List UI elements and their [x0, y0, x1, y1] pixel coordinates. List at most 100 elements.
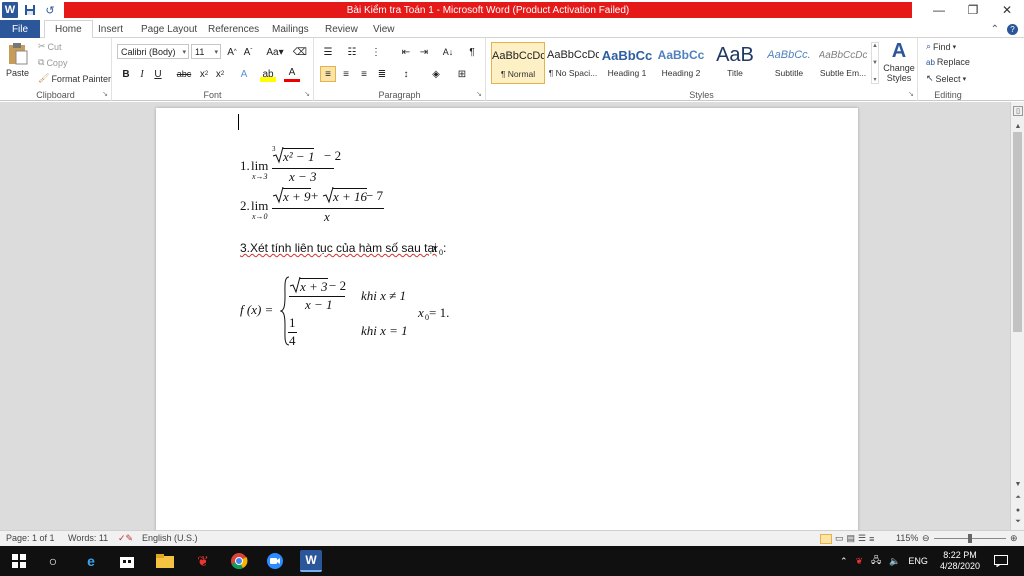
- style-title[interactable]: AaB Title: [708, 42, 762, 84]
- styles-launcher-icon[interactable]: ↘: [908, 90, 914, 98]
- change-styles-button[interactable]: A Change Styles: [882, 40, 916, 83]
- tab-file[interactable]: File: [0, 20, 40, 38]
- close-button[interactable]: ✕: [990, 0, 1024, 20]
- full-screen-reading-icon[interactable]: ▭: [835, 533, 844, 544]
- text-effects-icon[interactable]: A: [236, 66, 252, 82]
- superscript-button[interactable]: x2: [212, 66, 228, 82]
- font-size-combo[interactable]: 11 ▾: [191, 44, 221, 59]
- tab-page-layout[interactable]: Page Layout: [141, 20, 197, 38]
- web-layout-icon[interactable]: ▤: [847, 533, 856, 544]
- tab-review[interactable]: Review: [325, 20, 358, 38]
- language-indicator[interactable]: English (U.S.): [142, 533, 198, 543]
- zoom-level[interactable]: 115%: [896, 533, 918, 543]
- scroll-up-icon[interactable]: ▲: [1011, 120, 1024, 132]
- change-case-icon[interactable]: Aa▾: [264, 44, 286, 60]
- undo-icon[interactable]: ↺: [42, 2, 58, 18]
- browse-object-icon[interactable]: ●: [1011, 504, 1024, 516]
- strikethrough-button[interactable]: abc: [174, 66, 194, 82]
- copy-button[interactable]: ⧉ Copy: [38, 57, 67, 68]
- style-normal[interactable]: AaBbCcDc ¶ Normal: [491, 42, 545, 84]
- styles-gallery-scroll[interactable]: ▲ ▼ ▾: [871, 42, 879, 84]
- paragraph-launcher-icon[interactable]: ↘: [476, 90, 482, 98]
- edge-icon[interactable]: e: [80, 550, 102, 572]
- line-spacing-icon[interactable]: ↕: [398, 66, 414, 82]
- network-icon[interactable]: 🖧: [871, 553, 881, 569]
- show-hidden-icons[interactable]: ⌃: [840, 556, 848, 567]
- draft-icon[interactable]: ≡: [869, 534, 874, 544]
- cut-button[interactable]: ✂ Cut: [38, 41, 62, 52]
- sort-icon[interactable]: A↓: [440, 44, 456, 60]
- zoom-slider-thumb[interactable]: [968, 534, 972, 543]
- start-icon[interactable]: [8, 550, 30, 572]
- chrome-icon[interactable]: [228, 550, 250, 572]
- bullets-icon[interactable]: ☰: [320, 44, 336, 60]
- search-circle-icon[interactable]: ○: [42, 550, 64, 572]
- zoom-in-icon[interactable]: ⊕: [1010, 533, 1018, 544]
- show-formatting-icon[interactable]: ¶: [464, 44, 480, 60]
- style-heading-2[interactable]: AaBbCc Heading 2: [654, 42, 708, 84]
- notification-icon[interactable]: [994, 546, 1008, 576]
- help-icon[interactable]: ?: [1007, 23, 1018, 35]
- print-layout-icon[interactable]: [820, 533, 832, 544]
- justify-button[interactable]: ≣: [374, 66, 390, 82]
- save-icon[interactable]: [22, 2, 38, 18]
- zoom-out-icon[interactable]: ⊖: [922, 533, 930, 544]
- input-language[interactable]: ENG: [908, 556, 928, 566]
- format-painter-button[interactable]: 🖌 Format Painter: [38, 73, 111, 84]
- grow-font-icon[interactable]: A ^: [224, 44, 240, 60]
- store-icon[interactable]: [116, 550, 138, 572]
- tab-mailings[interactable]: Mailings: [272, 20, 309, 38]
- paste-button[interactable]: Paste: [6, 42, 29, 78]
- clear-formatting-icon[interactable]: ⌫: [292, 44, 308, 60]
- app-tray-icon[interactable]: ❦: [856, 556, 864, 567]
- multilevel-list-icon[interactable]: ⋮: [368, 44, 384, 60]
- word-taskbar-icon[interactable]: W: [300, 550, 322, 572]
- style-subtle-emphasis[interactable]: AaBbCcDc Subtle Em...: [816, 42, 870, 84]
- style-heading-1[interactable]: AaBbCc Heading 1: [600, 42, 654, 84]
- file-explorer-icon[interactable]: [154, 550, 176, 572]
- tab-insert[interactable]: Insert: [98, 20, 123, 38]
- find-button[interactable]: ⌕ Find ▾: [926, 41, 956, 52]
- align-right-button[interactable]: ≡: [356, 66, 372, 82]
- document-page[interactable]: 1. lim x→3 3 x² − 1 − 2 x − 3 2. lim x→0…: [156, 108, 858, 538]
- underline-button[interactable]: U: [150, 66, 166, 82]
- shrink-font-icon[interactable]: Aˇ: [240, 44, 256, 60]
- bold-button[interactable]: B: [118, 66, 134, 82]
- align-left-button[interactable]: ≡: [320, 66, 336, 82]
- borders-icon[interactable]: ⊞: [454, 66, 470, 82]
- previous-page-icon[interactable]: ⏶: [1011, 492, 1024, 504]
- numbering-icon[interactable]: ☷: [344, 44, 360, 60]
- select-button[interactable]: ↖ Select ▾: [926, 73, 966, 84]
- style-subtitle[interactable]: AaBbCc. Subtitle: [762, 42, 816, 84]
- clock[interactable]: 8:22 PM 4/28/2020: [940, 546, 980, 576]
- font-name-combo[interactable]: Calibri (Body) ▾: [117, 44, 189, 59]
- word-count[interactable]: Words: 11: [68, 533, 108, 543]
- vertical-scrollbar[interactable]: ▯ ▲ ▼ ⏶ ● ⏷: [1010, 102, 1024, 530]
- proofing-icon[interactable]: ✓✎: [118, 533, 133, 544]
- tab-home[interactable]: Home: [44, 20, 93, 39]
- app-red-icon[interactable]: ❦: [192, 550, 214, 572]
- highlight-icon[interactable]: ab: [260, 66, 276, 82]
- italic-button[interactable]: I: [134, 66, 150, 82]
- tab-view[interactable]: View: [373, 20, 395, 38]
- ruler-toggle-icon[interactable]: ▯: [1013, 106, 1023, 116]
- zoom-app-icon[interactable]: [264, 550, 286, 572]
- align-center-button[interactable]: ≡: [338, 66, 354, 82]
- subscript-button[interactable]: x2: [196, 66, 212, 82]
- page-count[interactable]: Page: 1 of 1: [6, 533, 55, 543]
- minimize-button[interactable]: —: [922, 0, 956, 20]
- collapse-ribbon-icon[interactable]: ⌃: [991, 24, 999, 35]
- scroll-down-icon[interactable]: ▼: [1011, 478, 1024, 490]
- font-color-icon[interactable]: A: [284, 66, 300, 82]
- style-no-spacing[interactable]: AaBbCcDc ¶ No Spaci...: [546, 42, 600, 84]
- font-launcher-icon[interactable]: ↘: [304, 90, 310, 98]
- word-logo-icon[interactable]: W: [2, 2, 18, 18]
- replace-button[interactable]: ab Replace: [926, 57, 970, 67]
- shading-icon[interactable]: ◈: [428, 66, 444, 82]
- increase-indent-icon[interactable]: ⇥: [416, 44, 432, 60]
- tab-references[interactable]: References: [208, 20, 259, 38]
- decrease-indent-icon[interactable]: ⇤: [398, 44, 414, 60]
- restore-button[interactable]: ❐: [956, 0, 990, 20]
- scrollbar-thumb[interactable]: [1013, 132, 1022, 332]
- volume-icon[interactable]: 🔈: [889, 556, 900, 567]
